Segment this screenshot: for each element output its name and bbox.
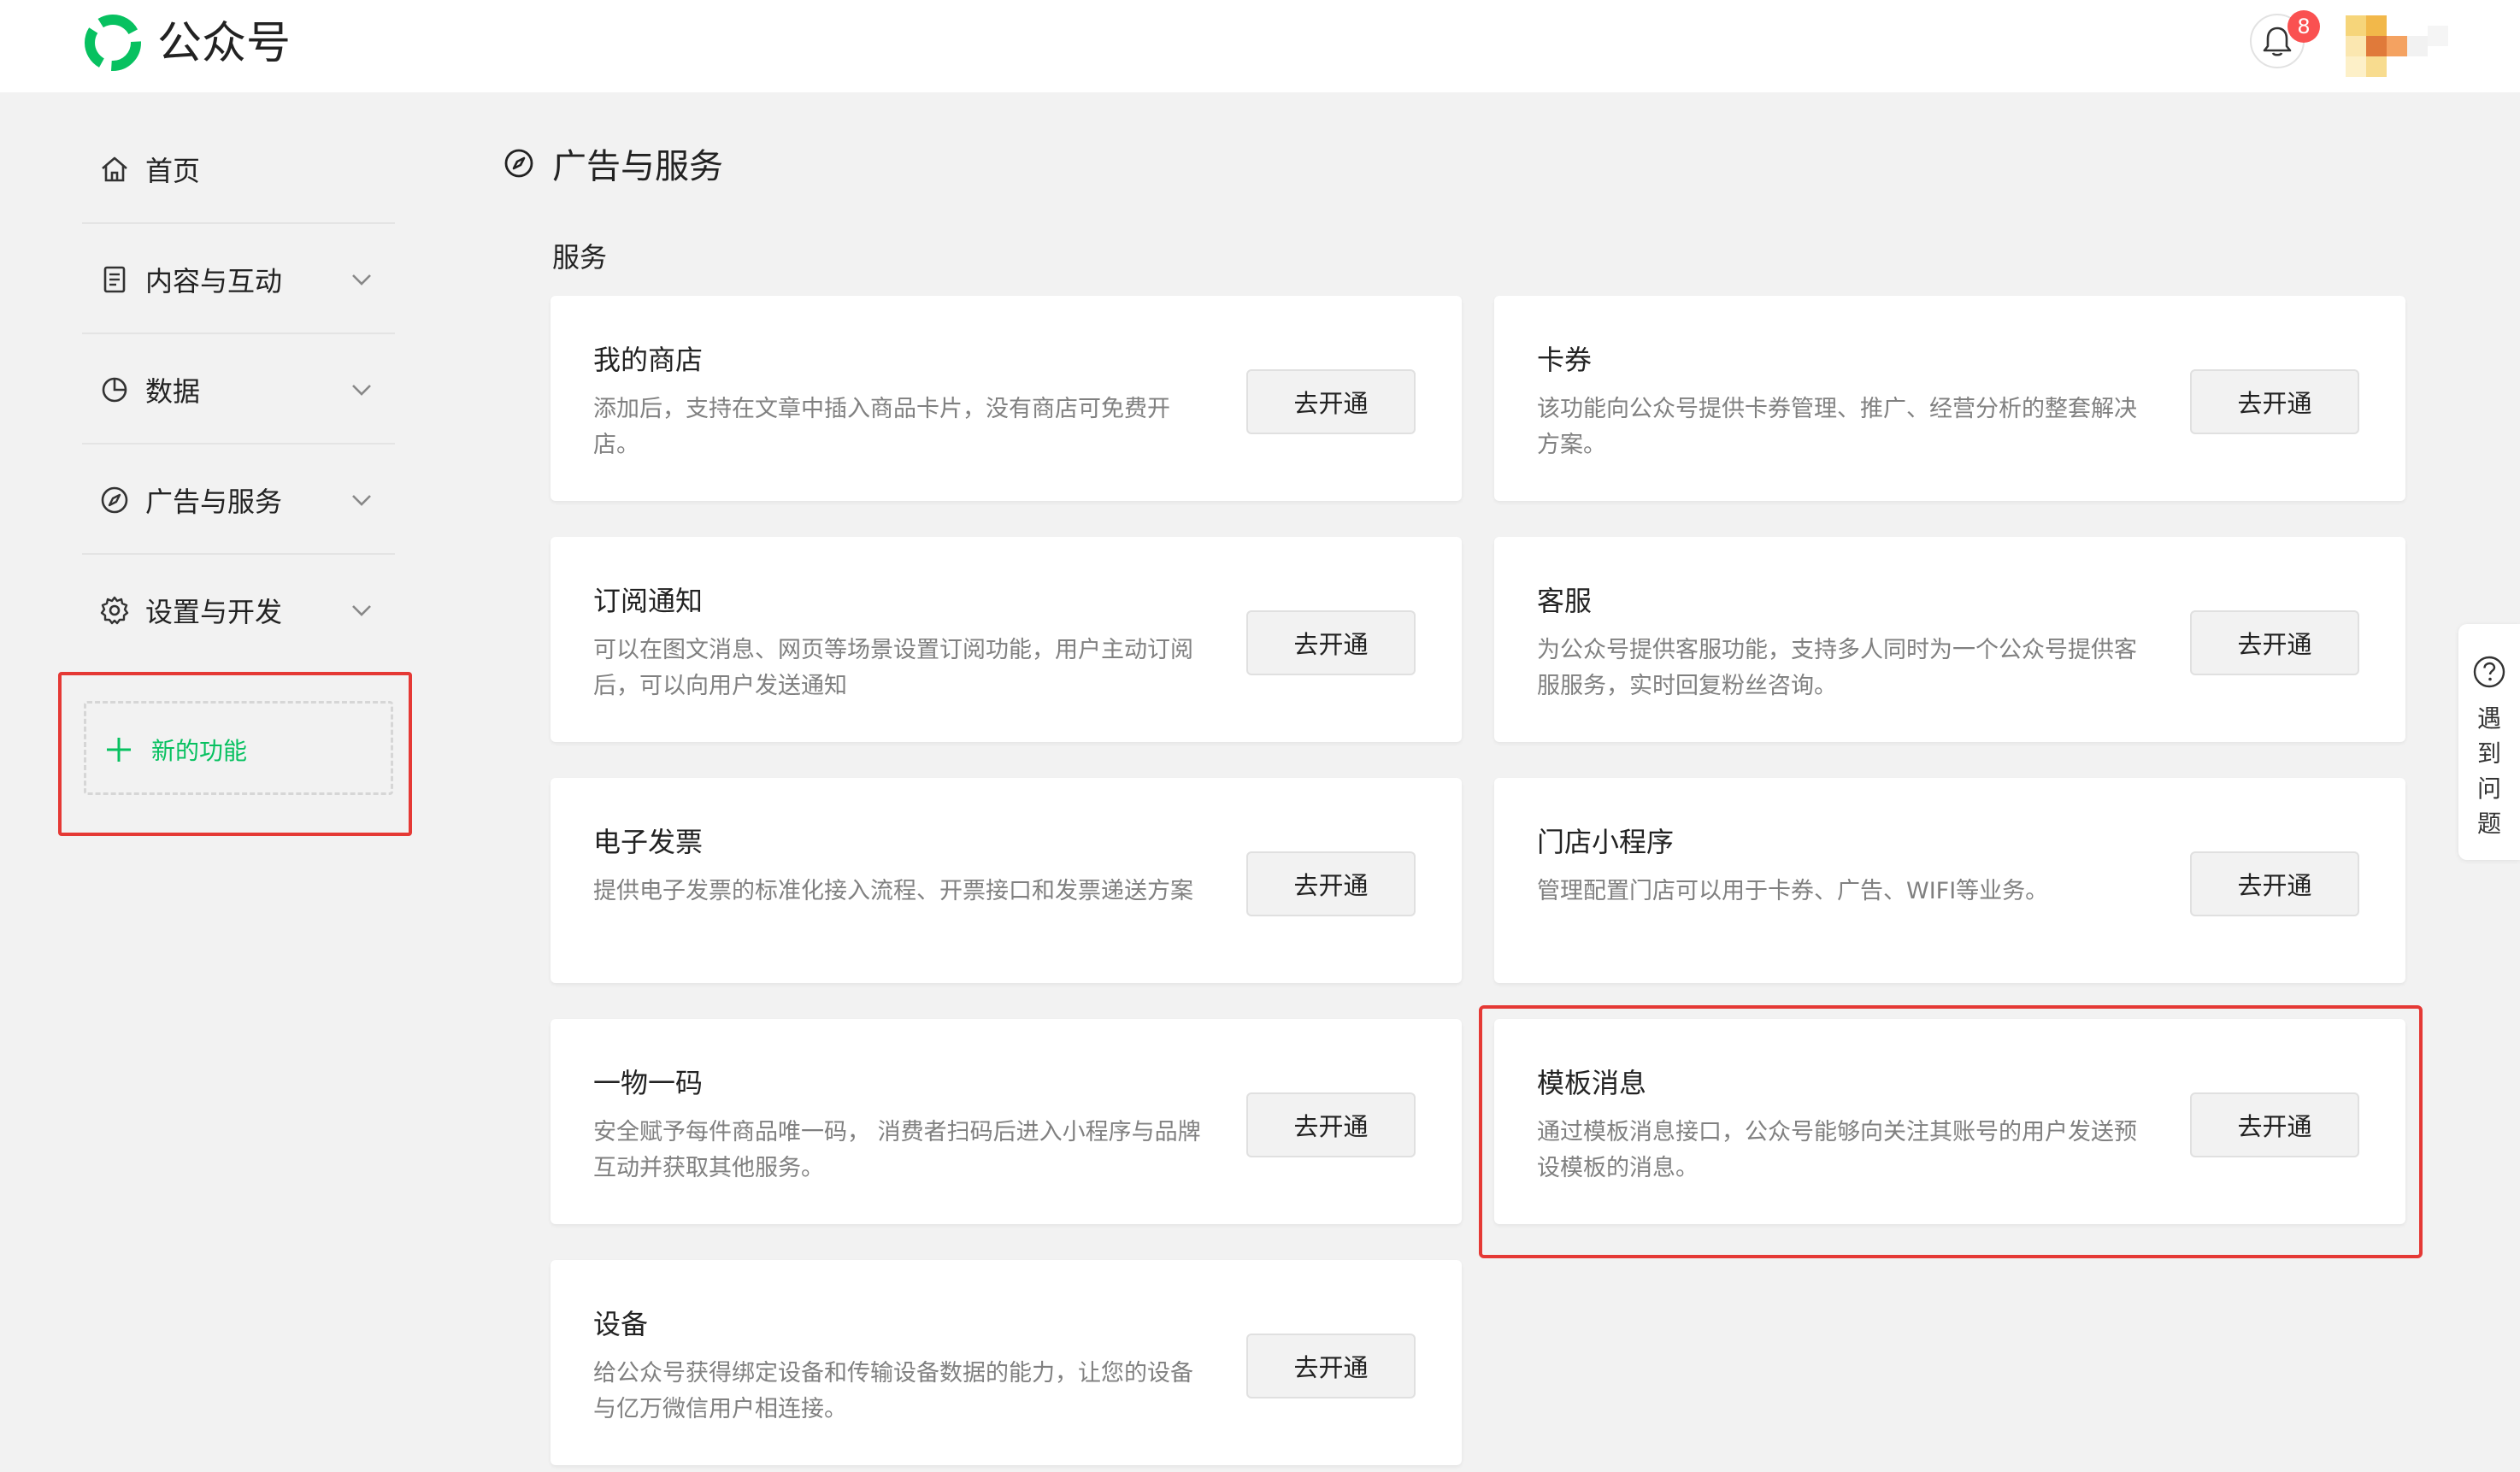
compass-icon [101,486,128,514]
card-description: 给公众号获得绑定设备和传输设备数据的能力，让您的设备与亿万微信用户相连接。 [593,1360,1193,1422]
activate-button[interactable]: 去开通 [1246,851,1416,916]
new-feature-label: 新的功能 [151,737,248,765]
activate-button[interactable]: 去开通 [2190,851,2359,916]
document-icon [103,266,126,293]
activate-button[interactable]: 去开通 [1246,1334,1416,1398]
section-title: 服务 [552,241,608,274]
service-card: 卡券 该功能向公众号提供卡券管理、推广、经营分析的整套解决方案。 去开通 [1494,296,2405,501]
service-card: 一物一码 安全赋予每件商品唯一码， 消费者扫码后进入小程序与品牌互动并获取其他服… [551,1019,1462,1224]
sidebar-item-content[interactable]: 内容与互动 [82,225,395,334]
card-title: 一物一码 [593,1067,704,1099]
sidebar-item-ads-services[interactable]: 广告与服务 [82,445,395,555]
card-description: 可以在图文消息、网页等场景设置订阅功能，用户主动订阅后，可以向用户发送通知 [593,637,1193,699]
card-description: 添加后，支持在文章中插入商品卡片，没有商店可免费开店。 [593,396,1170,458]
chevron-down-icon[interactable] [349,487,374,513]
service-card: 我的商店 添加后，支持在文章中插入商品卡片，没有商店可免费开店。 去开通 [551,296,1462,501]
card-description: 为公众号提供客服功能，支持多人同时为一个公众号提供客服服务，实时回复粉丝咨询。 [1537,637,2137,699]
sidebar-item-label: 内容与互动 [145,265,283,297]
card-title: 我的商店 [593,344,704,376]
brand-name[interactable]: 公众号 [157,14,291,74]
activate-button[interactable]: 去开通 [2190,369,2359,434]
help-label: 遇到问题 [2477,704,2502,838]
question-icon [2473,656,2505,688]
gear-icon [100,596,129,625]
activate-button[interactable]: 去开通 [1246,610,1416,675]
sidebar-item-data[interactable]: 数据 [82,335,395,445]
logo-icon[interactable] [82,12,144,74]
service-card: 门店小程序 管理配置门店可以用于卡券、广告、WIFI等业务。 去开通 [1494,778,2405,983]
page-title: 广告与服务 [552,147,723,186]
pie-chart-icon [102,377,127,403]
sidebar-item-settings-dev[interactable]: 设置与开发 [82,556,395,665]
activate-button[interactable]: 去开通 [1246,1092,1416,1157]
annotation-highlight-template-message [1479,1005,2423,1258]
avatar[interactable] [2346,15,2448,77]
activate-button[interactable]: 去开通 [2190,610,2359,675]
chevron-down-icon[interactable] [349,267,374,292]
service-card: 设备 给公众号获得绑定设备和传输设备数据的能力，让您的设备与亿万微信用户相连接。… [551,1260,1462,1465]
compass-icon [504,149,533,178]
home-icon [102,156,127,182]
service-card: 订阅通知 可以在图文消息、网页等场景设置订阅功能，用户主动订阅后，可以向用户发送… [551,537,1462,742]
card-title: 客服 [1537,585,1593,617]
plus-icon [107,738,131,762]
card-title: 卡券 [1537,344,1593,376]
service-card: 客服 为公众号提供客服功能，支持多人同时为一个公众号提供客服服务，实时回复粉丝咨… [1494,537,2405,742]
help-tab[interactable]: 遇到问题 [2458,624,2520,860]
card-title: 门店小程序 [1537,826,1675,858]
service-card: 电子发票 提供电子发票的标准化接入流程、开票接口和发票递送方案 去开通 [551,778,1462,983]
chevron-down-icon[interactable] [349,598,374,623]
sidebar-item-home[interactable]: 首页 [82,115,395,224]
card-title: 订阅通知 [593,585,704,617]
chevron-down-icon[interactable] [349,377,374,403]
card-description: 安全赋予每件商品唯一码， 消费者扫码后进入小程序与品牌互动并获取其他服务。 [593,1119,1201,1181]
sidebar-item-label: 数据 [145,375,201,408]
sidebar-item-label: 首页 [145,155,201,187]
card-title: 设备 [593,1308,649,1340]
activate-button[interactable]: 去开通 [1246,369,1416,434]
card-title: 电子发票 [593,826,704,858]
top-bar: 公众号 8 [0,0,2520,92]
card-description: 提供电子发票的标准化接入流程、开票接口和发票递送方案 [593,878,1193,904]
new-feature-button[interactable]: 新的功能 [84,701,393,795]
sidebar-item-label: 广告与服务 [145,486,283,518]
notification-badge: 8 [2287,10,2320,43]
card-description: 该功能向公众号提供卡券管理、推广、经营分析的整套解决方案。 [1537,396,2137,458]
sidebar-item-label: 设置与开发 [145,596,283,628]
card-description: 管理配置门店可以用于卡券、广告、WIFI等业务。 [1537,878,2049,904]
